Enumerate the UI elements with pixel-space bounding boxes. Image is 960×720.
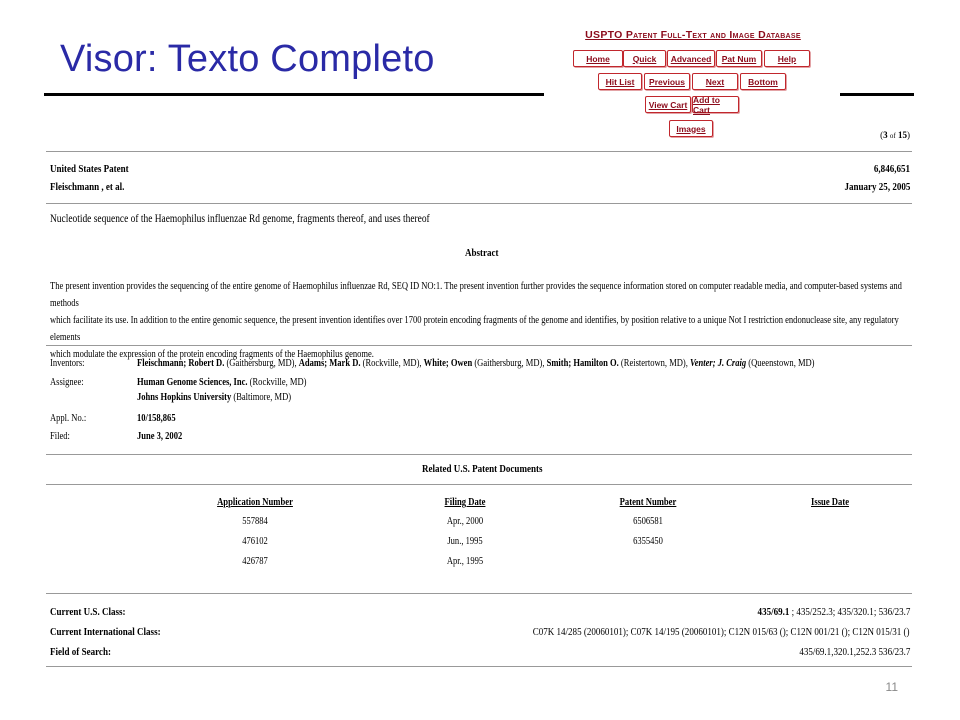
divider [46, 666, 912, 667]
table-cell: 426787 [242, 556, 268, 567]
bottom-button[interactable]: Bottom [740, 73, 786, 90]
assignee-label: Assignee: [50, 377, 84, 388]
slide-title: Visor: Texto Completo [60, 38, 435, 80]
advanced-button[interactable]: Advanced [667, 50, 715, 67]
view-cart-button[interactable]: View Cart [645, 96, 691, 113]
filed-value: June 3, 2002 [137, 431, 183, 442]
inventors-label: Inventors: [50, 358, 85, 369]
patent-title: Nucleotide sequence of the Haemophilus i… [50, 213, 430, 225]
col-filing-date: Filing Date [444, 497, 486, 508]
table-cell: 6355450 [633, 536, 663, 547]
appl-no-value: 10/158,865 [137, 413, 176, 424]
hit-counter: (3 of 15) [880, 130, 910, 140]
pat-num-button[interactable]: Pat Num [716, 50, 762, 67]
inventors-list: Fleischmann; Robert D. (Gaithersburg, MD… [137, 358, 815, 369]
patent-number: 6,846,651 [873, 163, 910, 175]
hit-list-button[interactable]: Hit List [598, 73, 642, 90]
intl-class-label: Current International Class: [50, 626, 161, 638]
database-title-link[interactable]: USPTO Patent Full-Text and Image Databas… [556, 29, 830, 41]
divider [46, 345, 912, 346]
title-underline-right [840, 93, 914, 96]
previous-button[interactable]: Previous [644, 73, 690, 90]
help-button[interactable]: Help [764, 50, 810, 67]
us-class-value: 435/69.1 ; 435/252.3; 435/320.1; 536/23.… [757, 606, 910, 618]
appl-no-label: Appl. No.: [50, 413, 87, 424]
col-issue-date: Issue Date [810, 497, 850, 508]
next-button[interactable]: Next [692, 73, 738, 90]
table-cell: 557884 [242, 516, 268, 527]
table-cell: Apr., 1995 [446, 556, 484, 567]
divider [46, 484, 912, 485]
divider [46, 593, 912, 594]
quick-button[interactable]: Quick [623, 50, 666, 67]
intl-class-value: C07K 14/285 (20060101); C07K 14/195 (200… [533, 626, 910, 638]
related-docs-heading: Related U.S. Patent Documents [422, 463, 543, 475]
filed-label: Filed: [50, 431, 70, 442]
home-button[interactable]: Home [573, 50, 623, 67]
hit-total: 15 [898, 130, 907, 140]
slide-page-number: 11 [885, 680, 898, 694]
hit-current: 3 [883, 130, 888, 140]
field-of-search-label: Field of Search: [50, 646, 111, 658]
table-cell: Apr., 2000 [446, 516, 484, 527]
divider [46, 151, 912, 152]
patent-type-label: United States Patent [50, 163, 129, 175]
table-cell: 476102 [242, 536, 268, 547]
images-button[interactable]: Images [669, 120, 713, 137]
col-patent-number: Patent Number [619, 497, 677, 508]
col-application-number: Application Number [217, 497, 293, 508]
table-cell: 6506581 [633, 516, 663, 527]
divider [46, 454, 912, 455]
inventor-short: Fleischmann , et al. [50, 181, 125, 193]
us-class-label: Current U.S. Class: [50, 606, 126, 618]
add-to-cart-button[interactable]: Add to Cart [692, 95, 739, 115]
patent-date: January 25, 2005 [844, 181, 910, 193]
assignee-1: Human Genome Sciences, Inc. (Rockville, … [137, 377, 307, 388]
abstract-heading: Abstract [465, 247, 499, 259]
divider [46, 203, 912, 204]
abstract-text: The present invention provides the seque… [50, 281, 902, 360]
field-of-search-value: 435/69.1,320.1,252.3 536/23.7 [798, 646, 910, 658]
table-cell: Jun., 1995 [447, 536, 483, 547]
assignee-2: Johns Hopkins University (Baltimore, MD) [137, 392, 292, 403]
title-underline-left [44, 93, 544, 96]
